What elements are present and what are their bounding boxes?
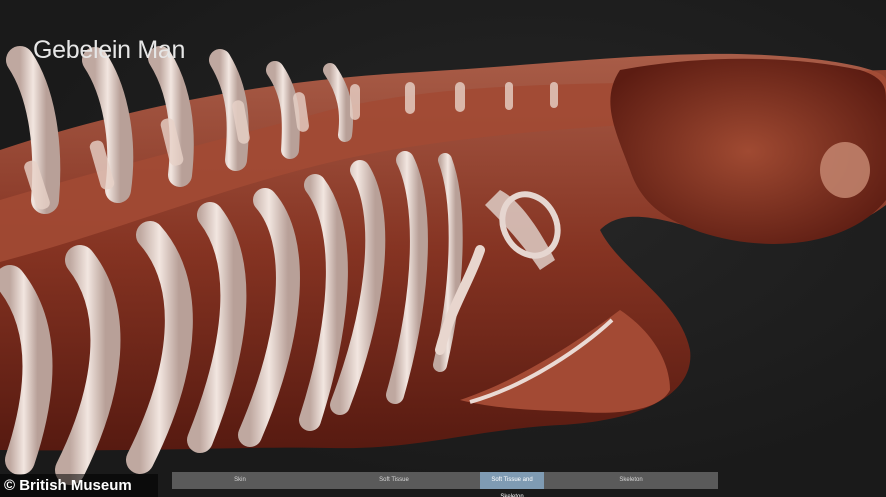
ct-scan-viewport[interactable]: Gebelein Man Skin Soft Tissue Soft Tissu…: [0, 0, 886, 497]
viewer-title: Gebelein Man: [33, 36, 186, 64]
femoral-head: [820, 142, 870, 198]
mode-skeleton[interactable]: Skeleton: [544, 472, 718, 489]
render-mode-bar: Skin Soft Tissue Soft Tissue and Skeleto…: [172, 472, 718, 497]
mode-soft-tissue[interactable]: Soft Tissue: [308, 472, 480, 489]
mummy-ct-rendering: [0, 46, 886, 485]
mode-skin[interactable]: Skin: [172, 472, 308, 489]
mode-soft-tissue-and-skeleton[interactable]: Soft Tissue and Skeleton: [480, 472, 544, 497]
credit-watermark: © British Museum: [0, 474, 158, 497]
